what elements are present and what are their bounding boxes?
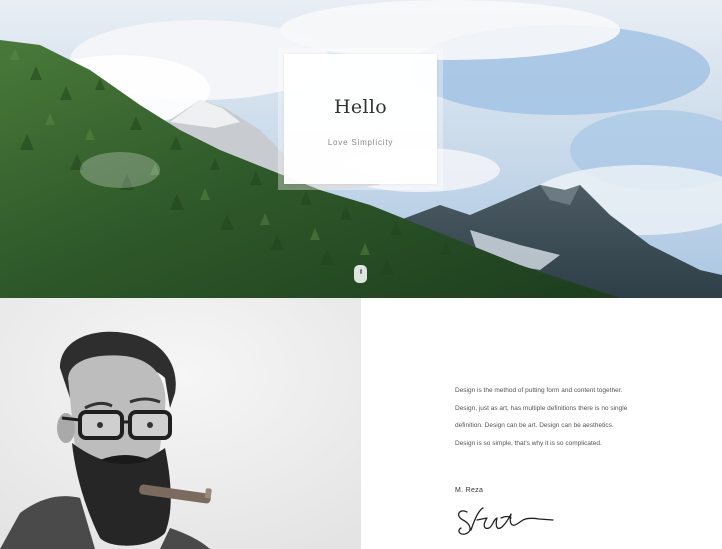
portrait-panel: [0, 298, 361, 549]
hero-subtitle: Love Simplicity: [327, 137, 394, 147]
hero-title: Hello: [334, 95, 387, 118]
portrait-photo: [0, 298, 361, 549]
signature-icon: [458, 507, 554, 535]
scroll-down-icon[interactable]: [354, 265, 367, 283]
hello-card-inner: Hello Love Simplicity: [284, 54, 437, 184]
about-paragraph: Design is the method of putting form and…: [455, 387, 628, 447]
about-panel: Design is the method of putting form and…: [361, 298, 722, 549]
hero-section: Hello Love Simplicity: [0, 0, 722, 298]
hello-card: Hello Love Simplicity: [278, 48, 443, 190]
scroll-indicator-dot: [359, 269, 362, 274]
author-name: M. Reza: [455, 487, 484, 494]
